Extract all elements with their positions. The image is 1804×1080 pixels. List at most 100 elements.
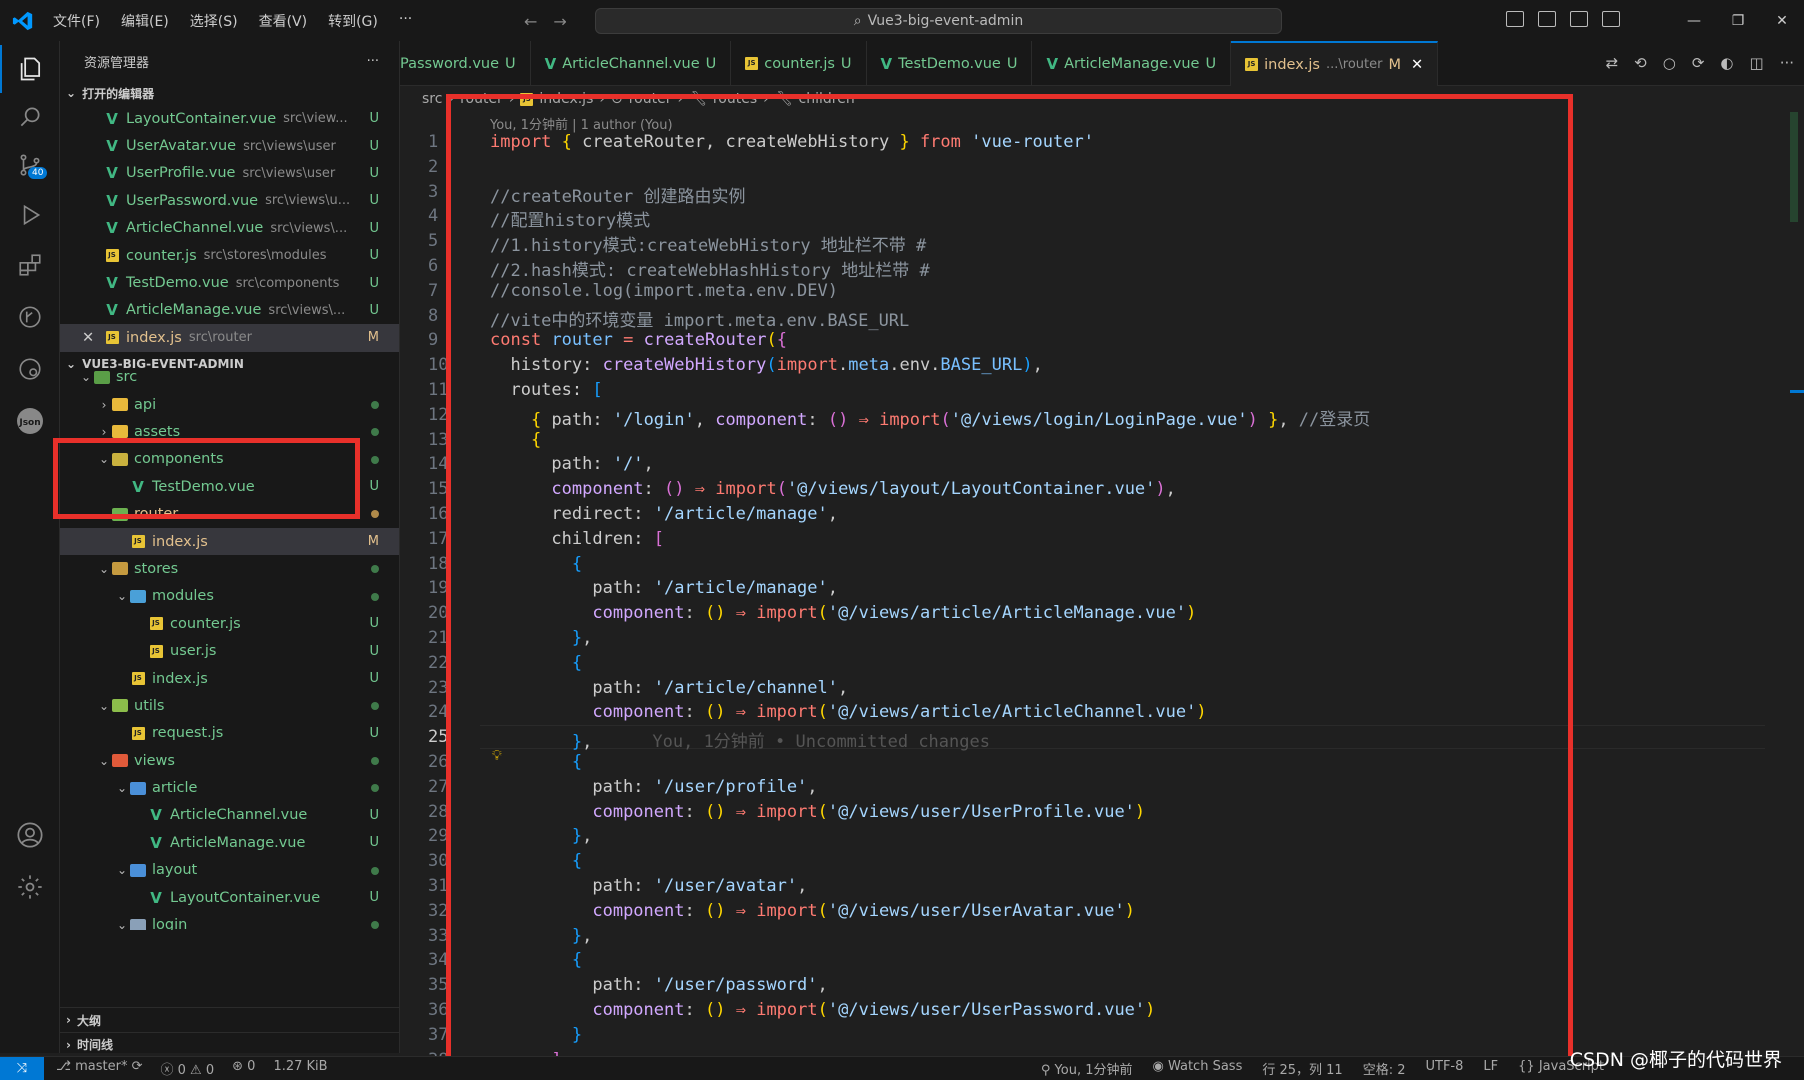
breadcrumb-children[interactable]: children	[799, 91, 855, 107]
editor-tab[interactable]: V ArticleChannel.vue U	[531, 41, 732, 86]
code-line[interactable]: component: () ⇒ import('@/views/user/Use…	[490, 901, 1135, 921]
indentation[interactable]: 空格: 2	[1363, 1059, 1406, 1078]
split-editor-icon[interactable]: ◫	[1750, 54, 1764, 72]
branch-indicator[interactable]: ⎇ master* ⟳	[56, 1059, 143, 1078]
code-line[interactable]: children: [	[490, 529, 664, 549]
code-line[interactable]: routes: [	[490, 380, 602, 400]
breadcrumb-src[interactable]: src	[422, 91, 442, 107]
breadcrumb-routes[interactable]: routes	[713, 91, 757, 107]
blame-status[interactable]: ⚲ You, 1分钟前	[1041, 1059, 1133, 1078]
previous-change-icon[interactable]: ○	[1663, 54, 1676, 72]
breadcrumb-router-var[interactable]: router	[629, 91, 672, 107]
tree-folder[interactable]: ⌄ layout	[60, 857, 399, 884]
close-window-icon[interactable]: ✕	[1760, 13, 1804, 29]
code-line[interactable]: redirect: '/article/manage',	[490, 504, 838, 524]
explorer-more-button[interactable]: ···	[367, 54, 379, 69]
watch-sass-button[interactable]: ◉ Watch Sass	[1152, 1059, 1242, 1078]
code-line[interactable]: },	[490, 926, 593, 946]
code-line[interactable]: //console.log(import.meta.env.DEV)	[490, 281, 838, 301]
forward-arrow-icon[interactable]: →	[553, 12, 566, 31]
code-line[interactable]: }, You, 1分钟前 • Uncommitted changes	[490, 727, 990, 752]
tree-folder[interactable]: ⌄ components	[60, 446, 399, 473]
menu-selection[interactable]: 选择(S)	[190, 9, 238, 33]
open-editor-item[interactable]: V UserProfile.vue src\views\user U	[60, 160, 399, 187]
code-line[interactable]: component: () ⇒ import('@/views/user/Use…	[490, 802, 1145, 822]
tree-folder[interactable]: ⌄ article	[60, 774, 399, 801]
outline-section[interactable]: › 大纲	[60, 1008, 399, 1032]
code-line[interactable]: path: '/user/password',	[490, 975, 827, 995]
toggle-secondary-sidebar-icon[interactable]	[1570, 11, 1588, 27]
tree-file[interactable]: V ArticleManage.vue U	[60, 829, 399, 856]
code-line[interactable]: {	[490, 950, 582, 970]
cursor-position[interactable]: 行 25，列 11	[1262, 1059, 1342, 1078]
breadcrumb-router-folder[interactable]: router	[460, 91, 503, 107]
editor-tab[interactable]: V ArticleManage.vue U	[1032, 41, 1232, 86]
tree-file[interactable]: JS index.js U	[60, 665, 399, 692]
back-arrow-icon[interactable]: ←	[524, 12, 537, 31]
codelens-blame[interactable]: You, 1分钟前 | 1 author (You)	[490, 114, 673, 133]
open-editor-item[interactable]: V UserPassword.vue src\views\u... U	[60, 187, 399, 214]
scrollbar-marker[interactable]	[1790, 390, 1804, 393]
close-icon[interactable]: ✕	[1411, 57, 1423, 73]
eol[interactable]: LF	[1483, 1059, 1498, 1078]
tree-file[interactable]: V ArticleChannel.vue U	[60, 802, 399, 829]
code-line[interactable]: component: () ⇒ import('@/views/user/Use…	[490, 1000, 1155, 1020]
code-line[interactable]: path: '/',	[490, 454, 653, 474]
problems-indicator[interactable]: ⓧ 0 ⚠ 0	[161, 1059, 215, 1078]
revert-icon[interactable]: ⟲	[1634, 54, 1647, 72]
customize-layout-icon[interactable]	[1602, 11, 1620, 27]
open-editor-item[interactable]: V LayoutContainer.vue src\view... U	[60, 105, 399, 132]
tree-folder[interactable]: ⌄ login	[60, 911, 399, 930]
open-editor-item[interactable]: ✕ JS index.js src\router M	[60, 324, 399, 352]
code-editor[interactable]: 1 import { createRouter, createWebHistory…	[420, 132, 1800, 1080]
toggle-panel-icon[interactable]	[1538, 11, 1556, 27]
menu-file[interactable]: 文件(F)	[53, 9, 100, 33]
minimize-icon[interactable]: —	[1672, 13, 1716, 29]
remote-indicator-icon[interactable]: ⤨	[0, 1056, 44, 1080]
toggle-sidebar-icon[interactable]	[1506, 11, 1524, 27]
open-editor-item[interactable]: V TestDemo.vue src\components U	[60, 269, 399, 296]
explorer-icon[interactable]	[0, 45, 60, 93]
remote-explorer-icon[interactable]	[0, 345, 60, 393]
json-icon[interactable]: Json	[0, 397, 60, 445]
more-actions-icon[interactable]: ···	[1780, 54, 1794, 72]
search-view-icon[interactable]	[0, 93, 60, 141]
ports-indicator[interactable]: ⊛ 0	[232, 1059, 255, 1078]
code-line[interactable]: path: '/user/avatar',	[490, 876, 807, 896]
code-line[interactable]: component: () ⇒ import('@/views/article/…	[490, 603, 1196, 623]
open-changes-icon[interactable]: ◐	[1720, 54, 1733, 72]
breadcrumb-file[interactable]: index.js	[539, 91, 593, 107]
menu-more[interactable]: ···	[399, 9, 412, 33]
open-editor-item[interactable]: V UserAvatar.vue src\views\user U	[60, 132, 399, 159]
editor-tab[interactable]: JS counter.js U	[731, 41, 867, 86]
command-center-search[interactable]: ⌕ Vue3-big-event-admin	[595, 8, 1282, 34]
code-line[interactable]: history: createWebHistory(import.meta.en…	[490, 355, 1042, 375]
tree-folder[interactable]: ⌄ views	[60, 747, 399, 774]
code-line[interactable]: },	[490, 628, 593, 648]
menu-go[interactable]: 转到(G)	[328, 9, 378, 33]
tree-file[interactable]: V TestDemo.vue U	[60, 473, 399, 500]
editor-tab[interactable]: Password.vue U	[400, 41, 531, 86]
tree-file[interactable]: JS counter.js U	[60, 610, 399, 637]
tree-folder[interactable]: › api	[60, 391, 399, 418]
lightbulb-icon[interactable]: 💡︎	[492, 748, 502, 764]
code-line[interactable]: },	[490, 826, 593, 846]
open-editor-item[interactable]: V ArticleManage.vue src\views\... U	[60, 297, 399, 324]
code-line[interactable]: component: () ⇒ import('@/views/layout/L…	[490, 479, 1175, 499]
tree-folder[interactable]: ⌄ utils	[60, 692, 399, 719]
tree-file[interactable]: V LayoutContainer.vue U	[60, 884, 399, 911]
code-line[interactable]: import { createRouter, createWebHistory …	[490, 132, 1094, 152]
run-debug-icon[interactable]	[0, 191, 60, 239]
code-line[interactable]: //配置history模式	[490, 206, 650, 231]
code-line[interactable]: {	[490, 554, 582, 574]
tree-folder[interactable]: › assets	[60, 418, 399, 445]
restore-icon[interactable]: ❐	[1716, 13, 1760, 29]
code-line[interactable]: path: '/article/channel',	[490, 678, 848, 698]
code-line[interactable]: {	[490, 752, 582, 772]
code-line[interactable]: const router = createRouter({	[490, 330, 787, 350]
tree-file[interactable]: JS user.js U	[60, 637, 399, 664]
code-line[interactable]: {	[490, 430, 541, 450]
tree-folder[interactable]: ⌄ src	[60, 364, 399, 391]
close-icon[interactable]: ✕	[82, 330, 104, 346]
menu-view[interactable]: 查看(V)	[259, 9, 308, 33]
